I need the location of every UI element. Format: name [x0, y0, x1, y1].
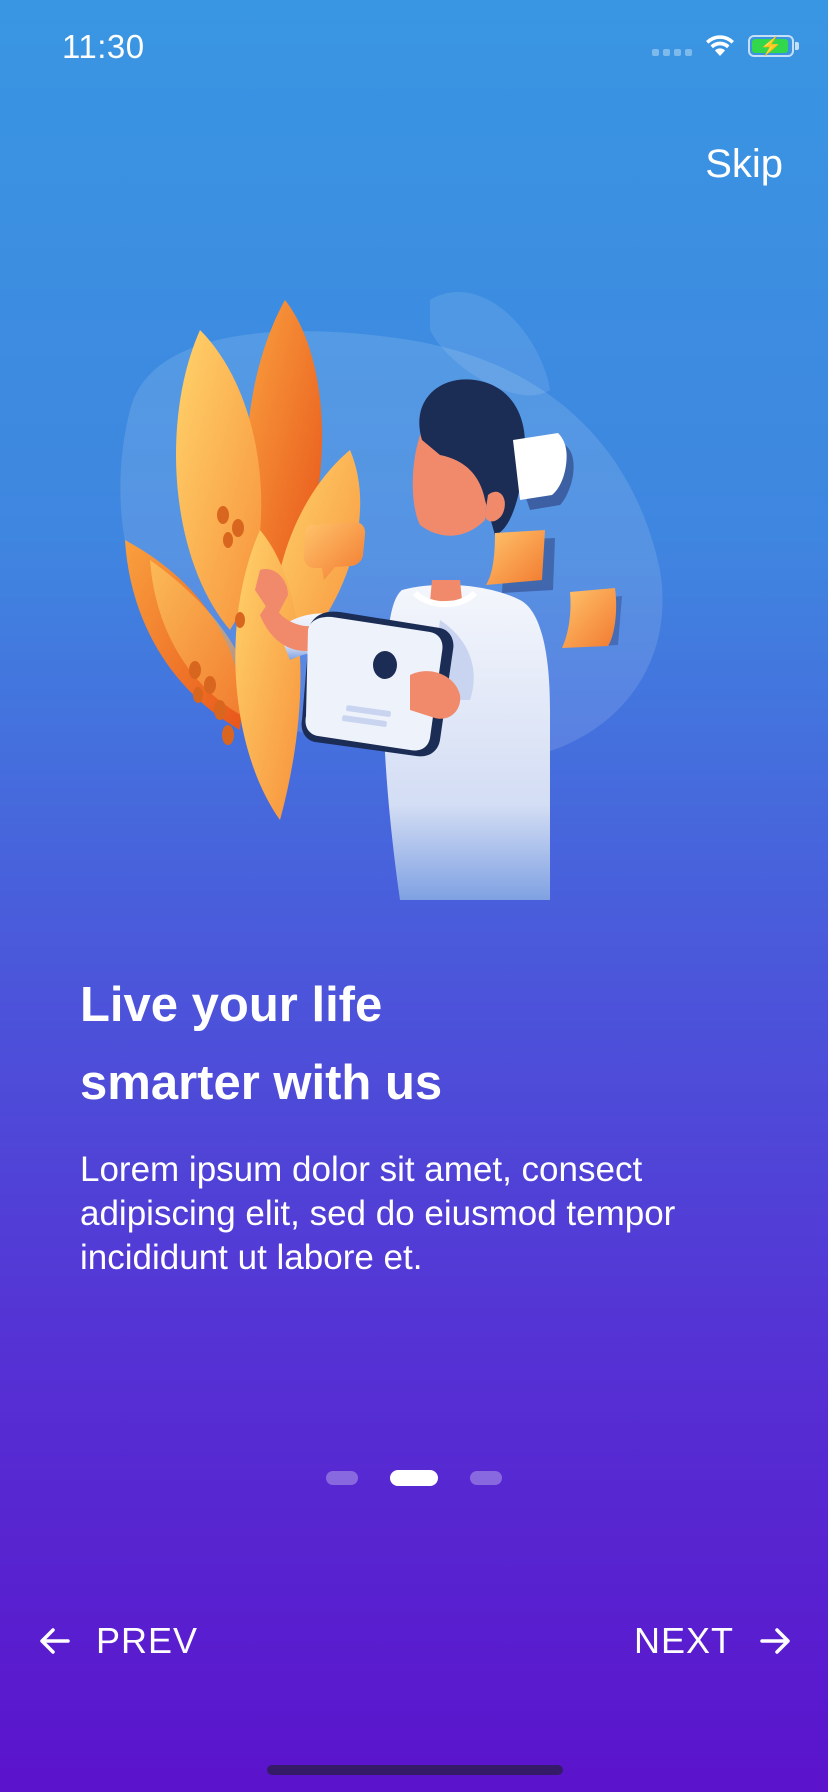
prev-label: PREV — [96, 1620, 199, 1661]
title-line-2: smarter with us — [80, 1056, 443, 1110]
title-line-1: Live your life — [80, 978, 383, 1032]
cellular-signal-icon — [652, 36, 692, 56]
prev-button[interactable]: PREV — [38, 1620, 198, 1662]
arrow-right-icon — [760, 1628, 790, 1654]
onboarding-title: Live your life smarter with us — [80, 966, 760, 1122]
status-icons: ⚡ — [652, 34, 799, 58]
onboarding-description: Lorem ipsum dolor sit amet, consect adip… — [80, 1150, 676, 1277]
onboarding-screen: 11:30 ⚡ Skip Live your life smarter with… — [0, 0, 828, 1792]
person-with-tablet-illustration — [120, 292, 663, 900]
next-label: NEXT — [633, 1620, 734, 1661]
battery-charging-icon: ⚡ — [748, 35, 799, 57]
next-button[interactable]: NEXT — [634, 1620, 792, 1662]
home-indicator[interactable] — [267, 1765, 563, 1775]
page-indicator — [0, 1470, 828, 1486]
page-dot-2-active[interactable] — [390, 1470, 438, 1486]
status-time: 11:30 — [62, 28, 145, 65]
page-dot-3[interactable] — [470, 1471, 502, 1485]
skip-button[interactable]: Skip — [705, 142, 783, 187]
arrow-left-icon — [40, 1628, 70, 1654]
page-dot-1[interactable] — [326, 1471, 358, 1485]
wifi-icon — [706, 35, 734, 56]
